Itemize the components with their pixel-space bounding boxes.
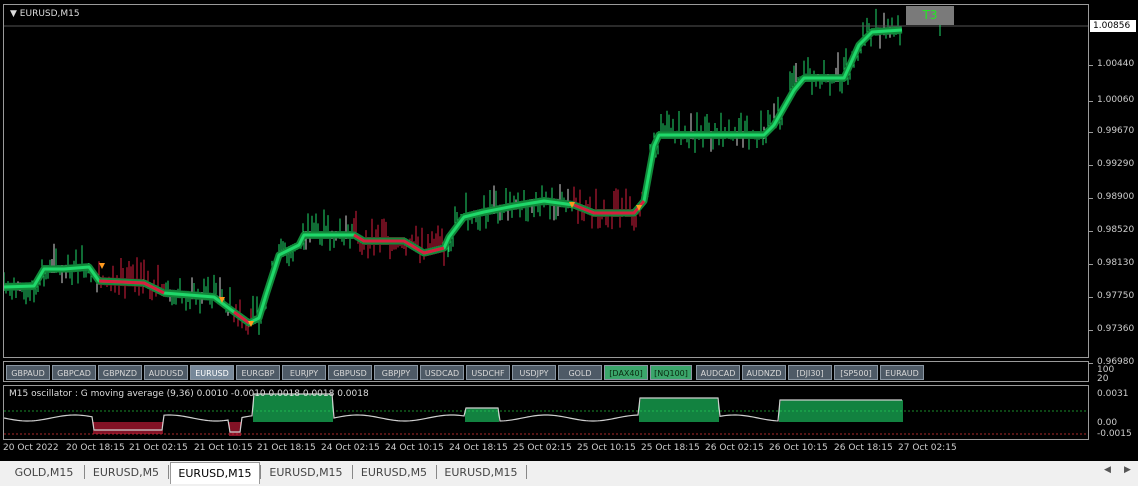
symbol-button-gbpaud[interactable]: GBPAUD [6, 365, 50, 380]
symbol-button-sp500[interactable]: [SP500] [834, 365, 878, 380]
chart-menu-triangle-icon[interactable]: ▼ [10, 9, 17, 19]
tab-separator [436, 465, 437, 479]
price-axis-tick [1089, 297, 1093, 298]
time-axis-label: 21 Oct 18:15 [257, 443, 316, 453]
price-axis-tick [1089, 330, 1093, 331]
oscillator-line [4, 393, 902, 433]
price-axis-tick [1089, 198, 1093, 199]
tab-separator [352, 465, 353, 479]
symbol-button-gbpcad[interactable]: GBPCAD [52, 365, 96, 380]
time-axis-label: 25 Oct 18:15 [641, 443, 700, 453]
oscillator-scale-label: -0.0015 [1097, 429, 1132, 439]
chart-tab[interactable]: EURUSD,M15 [438, 464, 524, 481]
chart-tab[interactable]: GOLD,M15 [6, 464, 82, 481]
price-axis-tick [1089, 101, 1093, 102]
chart-tab[interactable]: EURUSD,M5 [354, 464, 434, 481]
time-axis-label: 25 Oct 10:15 [577, 443, 636, 453]
chart-tab[interactable]: EURUSD,M15 [170, 462, 260, 484]
symbol-button-dax40[interactable]: [DAX40] [604, 365, 648, 380]
price-axis-label: 0.98520 [1097, 225, 1135, 235]
price-axis-label: 0.98900 [1097, 192, 1135, 202]
oscillator-scale-label: 0.00 [1097, 418, 1118, 428]
chart-tab[interactable]: EURUSD,M5 [86, 464, 166, 481]
symbol-button-eurgbp[interactable]: EURGBP [236, 365, 280, 380]
oscillator-scale-label: 20 [1097, 374, 1109, 384]
price-axis-tick [1089, 132, 1093, 133]
oscillator-scale-label: 0.0031 [1097, 389, 1129, 399]
price-axis-tick [1089, 65, 1093, 66]
time-axis-label: 21 Oct 02:15 [129, 443, 188, 453]
price-axis-label: 0.98130 [1097, 258, 1135, 268]
price-axis-tick [1089, 264, 1093, 265]
oscillator-panel[interactable]: M15 oscillator : G moving average (9,36)… [3, 385, 1089, 440]
t3-indicator-box: T3 [906, 6, 954, 25]
price-axis-label: 0.99670 [1097, 126, 1135, 136]
tab-separator [168, 465, 169, 479]
oscillator-label: M15 oscillator : G moving average (9,36)… [9, 389, 369, 399]
symbol-button-euraud[interactable]: EURAUD [880, 365, 924, 380]
symbol-button-gold[interactable]: GOLD [558, 365, 602, 380]
scroll-right-icon[interactable]: ▶ [1124, 465, 1131, 475]
symbol-button-usdcad[interactable]: USDCAD [420, 365, 464, 380]
chart-tab-bar: ◀ ▶ GOLD,M15 EURUSD,M5 EURUSD,M15 EURUSD,M1… [0, 461, 1138, 486]
tab-separator [84, 465, 85, 479]
price-axis-label: 0.97750 [1097, 291, 1135, 301]
time-axis-label: 24 Oct 02:15 [321, 443, 380, 453]
chart-symbol-label: EURUSD,M15 [19, 9, 80, 19]
symbol-button-audnzd[interactable]: AUDNZD [742, 365, 786, 380]
time-axis-label: 27 Oct 02:15 [898, 443, 957, 453]
price-axis-label: 1.00440 [1097, 59, 1135, 69]
symbol-button-eurusd[interactable]: EURUSD [190, 365, 234, 380]
current-price-label: 1.00856 [1090, 20, 1136, 32]
tab-separator [260, 465, 261, 479]
time-axis-label: 20 Oct 18:15 [66, 443, 125, 453]
time-axis: 20 Oct 2022 20 Oct 18:15 21 Oct 02:15 21 Oc… [3, 440, 1089, 458]
time-axis-label: 20 Oct 2022 [3, 443, 59, 453]
price-chart-canvas [4, 8, 1088, 335]
price-axis-tick [1089, 231, 1093, 232]
time-axis-label: 24 Oct 10:15 [385, 443, 444, 453]
symbol-button-gbpnzd[interactable]: GBPNZD [98, 365, 142, 380]
symbol-button-audusd[interactable]: AUDUSD [144, 365, 188, 380]
signal-arrow-icon [99, 263, 105, 269]
tab-separator [526, 465, 527, 479]
symbol-button-audcad[interactable]: AUDCAD [696, 365, 740, 380]
price-axis-label: 0.99290 [1097, 159, 1135, 169]
symbol-button-nq100[interactable]: [NQ100] [650, 365, 692, 380]
symbol-button-eurjpy[interactable]: EURJPY [282, 365, 326, 380]
symbol-button-gbpjpy[interactable]: GBPJPY [374, 365, 418, 380]
chart-title: ▼ EURUSD,M15 [10, 9, 80, 19]
chart-tab[interactable]: EURUSD,M15 [262, 464, 350, 481]
price-axis-tick [1089, 363, 1093, 364]
symbol-button-gbpusd[interactable]: GBPUSD [328, 365, 372, 380]
time-axis-label: 25 Oct 02:15 [513, 443, 572, 453]
time-axis-label: 26 Oct 02:15 [705, 443, 764, 453]
scroll-left-icon[interactable]: ◀ [1104, 465, 1111, 475]
price-axis: 1.00856 1.00440 1.00060 0.99670 0.99290 0.98… [1089, 4, 1138, 444]
price-axis-label: 1.00060 [1097, 95, 1135, 105]
time-axis-label: 26 Oct 18:15 [834, 443, 893, 453]
symbol-button-usdjpy[interactable]: USDJPY [512, 365, 556, 380]
price-chart-panel[interactable]: ▼ EURUSD,M15 T3 [3, 4, 1089, 358]
time-axis-label: 21 Oct 10:15 [194, 443, 253, 453]
price-axis-label: 0.97360 [1097, 324, 1135, 334]
symbol-button-dji30[interactable]: [DJI30] [788, 365, 832, 380]
symbol-button-usdchf[interactable]: USDCHF [466, 365, 510, 380]
price-axis-tick [1089, 165, 1093, 166]
symbol-button-strip: GBPAUD GBPCAD GBPNZD AUDUSD EURUSD EURGBP EURJ… [3, 361, 1089, 382]
time-axis-label: 24 Oct 18:15 [449, 443, 508, 453]
time-axis-label: 26 Oct 10:15 [769, 443, 828, 453]
